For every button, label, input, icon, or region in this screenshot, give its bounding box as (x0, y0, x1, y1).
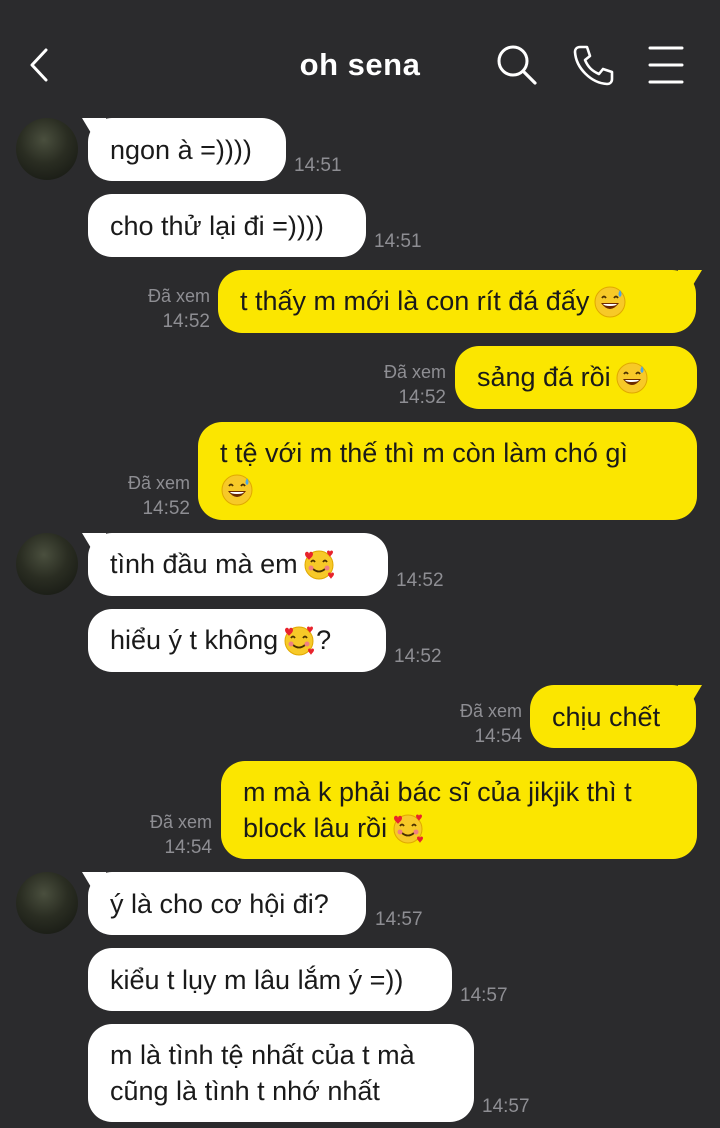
message-time: 14:57 (482, 1096, 530, 1117)
message-text: chịu chết (552, 701, 661, 732)
message-meta: Đã xem 14:52 (356, 359, 446, 411)
smiling-hearts-emoji-icon (284, 626, 315, 656)
seen-status: Đã xem (149, 812, 212, 832)
message-text: ngon à =)))) (110, 134, 252, 165)
message-time: 14:54 (474, 726, 522, 747)
contact-avatar[interactable] (16, 872, 78, 934)
message-text: m là tình tệ nhất của t mà cũng là tình … (110, 1040, 423, 1106)
chat-screen: oh sena ngon à =)))) 14:51 cho thử lại đ… (0, 0, 720, 1128)
message-meta: Đã xem 14:54 (432, 698, 522, 750)
incoming-message[interactable]: hiểu ý t không? (88, 609, 386, 672)
sweat-smile-emoji-icon (616, 362, 648, 394)
seen-status: Đã xem (459, 701, 522, 721)
message-meta: Đã xem 14:52 (100, 470, 190, 522)
contact-avatar[interactable] (16, 533, 78, 595)
chat-header: oh sena (0, 0, 720, 110)
message-time: 14:52 (162, 311, 210, 332)
contact-avatar[interactable] (16, 118, 78, 180)
outgoing-message[interactable]: sảng đá rồi (455, 346, 697, 409)
sweat-smile-emoji-icon (594, 286, 626, 318)
outgoing-message[interactable]: t thấy m mới là con rít đá đấy (218, 270, 702, 333)
outgoing-message[interactable]: m mà k phải bác sĩ của jikjik thì t bloc… (221, 761, 697, 859)
message-meta: Đã xem 14:52 (120, 283, 210, 335)
message-text: hiểu ý t không? (110, 623, 331, 659)
message-time: 14:52 (394, 646, 442, 667)
outgoing-message[interactable]: chịu chết (530, 685, 702, 748)
outgoing-message[interactable]: t tệ với m thế thì m còn làm chó gì (198, 422, 697, 520)
incoming-message[interactable]: ý là cho cơ hội đi? (82, 872, 366, 935)
message-time: 14:51 (374, 231, 422, 252)
message-time: 14:54 (164, 837, 212, 858)
smiling-hearts-emoji-icon (393, 814, 424, 844)
smiling-hearts-emoji-icon (304, 550, 334, 580)
message-text: cho thử lại đi =)))) (110, 210, 324, 241)
menu-icon (648, 46, 684, 84)
message-meta: Đã xem 14:54 (122, 809, 212, 861)
message-text: tình đầu mà em (110, 547, 336, 583)
sweat-smile-emoji-icon (221, 474, 253, 506)
message-text: t tệ với m thế thì m còn làm chó gì (220, 435, 628, 508)
incoming-message[interactable]: cho thử lại đi =)))) (88, 194, 366, 257)
phone-icon (573, 45, 614, 86)
message-text: sảng đá rồi (477, 360, 649, 396)
message-time: 14:52 (396, 570, 444, 591)
message-time: 14:57 (460, 985, 508, 1006)
incoming-message[interactable]: tình đầu mà em (82, 533, 388, 596)
message-time: 14:51 (294, 155, 342, 176)
message-text: m mà k phải bác sĩ của jikjik thì t bloc… (243, 774, 675, 847)
seen-status: Đã xem (127, 473, 190, 493)
message-text: t thấy m mới là con rít đá đấy (240, 284, 627, 320)
incoming-message[interactable]: kiểu t lụy m lâu lắm ý =)) (88, 948, 452, 1011)
message-text: kiểu t lụy m lâu lắm ý =)) (110, 964, 404, 995)
seen-status: Đã xem (147, 286, 210, 306)
search-icon (497, 45, 537, 85)
menu-button[interactable] (644, 42, 690, 88)
incoming-message[interactable]: m là tình tệ nhất của t mà cũng là tình … (88, 1024, 474, 1122)
message-time: 14:57 (375, 909, 423, 930)
search-button[interactable] (494, 42, 540, 88)
incoming-message[interactable]: ngon à =)))) (82, 118, 286, 181)
message-text: ý là cho cơ hội đi? (110, 888, 329, 919)
message-time: 14:52 (398, 387, 446, 408)
message-time: 14:52 (142, 498, 190, 519)
seen-status: Đã xem (383, 362, 446, 382)
call-button[interactable] (570, 42, 616, 88)
